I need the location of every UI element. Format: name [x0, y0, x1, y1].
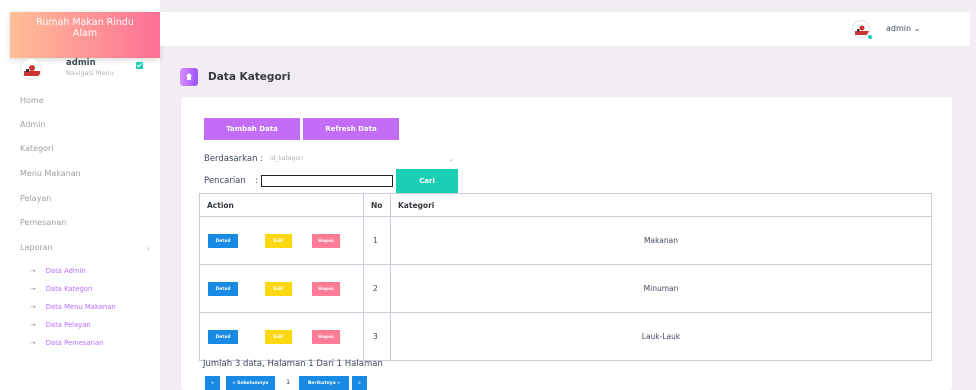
- sidebar-profile[interactable]: admin Navigasi Menu: [20, 58, 152, 82]
- sidebar-item-admin[interactable]: Admin: [20, 120, 46, 129]
- first-page-button[interactable]: «: [205, 376, 220, 390]
- profile-name: admin: [66, 58, 96, 68]
- row-number: 3: [363, 312, 391, 361]
- last-page-button[interactable]: »: [352, 376, 367, 390]
- search-button[interactable]: Cari: [396, 169, 458, 193]
- row-number: 1: [363, 216, 391, 265]
- avatar-icon: [24, 65, 40, 76]
- sidebar-subitem-data-pemesanan[interactable]: → Data Pemesanan: [30, 339, 103, 347]
- arrow-right-icon: →: [30, 339, 36, 347]
- column-header-no: No: [363, 193, 391, 217]
- topbar: admin ⌄: [160, 12, 970, 46]
- row-category: Lauk-Lauk: [390, 312, 932, 361]
- sidebar-item-menu-makanan[interactable]: Menu Makanan: [20, 169, 81, 178]
- action-group: Detail Edit Hapus: [200, 313, 340, 360]
- search-input[interactable]: [261, 175, 393, 187]
- avatar: [20, 58, 42, 80]
- sidebar-item-pelayan[interactable]: Pelayan: [20, 194, 51, 203]
- row-number: 2: [363, 264, 391, 313]
- detail-button[interactable]: Detail: [208, 234, 238, 248]
- search-colon: :: [255, 176, 258, 186]
- chevron-left-icon[interactable]: ‹: [147, 244, 150, 253]
- sidebar-subitem-data-menu-makanan[interactable]: → Data Menu Makanan: [30, 303, 116, 311]
- category-table: Action No Kategori Detail Edit Hapus 1 M…: [199, 193, 932, 361]
- chevron-down-icon: ⌄: [448, 155, 454, 163]
- edit-button[interactable]: Edit: [265, 330, 292, 344]
- row-category: Makanan: [390, 216, 932, 265]
- action-group: Detail Edit Hapus: [200, 217, 340, 264]
- sidebar-subitem-label: Data Pemesanan: [45, 339, 104, 347]
- action-cell: Detail Edit Hapus: [199, 312, 364, 361]
- brand-logo[interactable]: Rumah Makan Rindu Alam: [10, 12, 160, 58]
- sidebar-subitem-data-kategori[interactable]: → Data Kategori: [30, 285, 93, 293]
- edit-button[interactable]: Edit: [265, 282, 292, 296]
- action-cell: Detail Edit Hapus: [199, 216, 364, 265]
- column-header-kategori: Kategori: [390, 193, 932, 217]
- next-page-button[interactable]: Berikutnya »: [299, 376, 349, 390]
- sidebar-subitem-label: Data Menu Makanan: [45, 303, 116, 311]
- row-category: Minuman: [390, 264, 932, 313]
- house-icon: [186, 73, 192, 80]
- sidebar-subitem-label: Data Pelayan: [45, 321, 91, 329]
- detail-button[interactable]: Detail: [208, 330, 238, 344]
- brand-line1: Rumah Makan Rindu: [36, 17, 134, 28]
- refresh-data-button[interactable]: Refresh Data: [303, 118, 399, 140]
- home-icon: [180, 68, 198, 86]
- sidebar-subitem-data-pelayan[interactable]: → Data Pelayan: [30, 321, 91, 329]
- delete-button[interactable]: Hapus: [312, 282, 340, 296]
- add-data-button[interactable]: Tambah Data: [204, 118, 300, 140]
- table-header-row: Action No Kategori: [199, 193, 932, 217]
- page-title: Data Kategori: [208, 71, 291, 83]
- search-label: Pencarian: [204, 176, 246, 186]
- sidebar-item-pemesanan[interactable]: Pemesanan: [20, 218, 66, 227]
- user-dropdown[interactable]: admin ⌄: [886, 24, 920, 33]
- prev-page-button[interactable]: « Sebelumnya: [226, 376, 275, 390]
- table-row: Detail Edit Hapus 2 Minuman: [199, 264, 932, 313]
- current-page[interactable]: 1: [286, 378, 290, 386]
- arrow-right-icon: →: [30, 303, 36, 311]
- arrow-right-icon: →: [30, 267, 36, 275]
- detail-button[interactable]: Detail: [208, 282, 238, 296]
- column-header-action: Action: [199, 193, 364, 217]
- sidebar-subitem-label: Data Kategori: [45, 285, 93, 293]
- table-row: Detail Edit Hapus 1 Makanan: [199, 216, 932, 265]
- sidebar-subitem-label: Data Admin: [45, 267, 86, 275]
- sidebar-item-laporan[interactable]: Laporan: [20, 243, 53, 252]
- online-status-icon: [867, 34, 873, 40]
- table-row: Detail Edit Hapus 3 Lauk-Lauk: [199, 312, 932, 361]
- action-cell: Detail Edit Hapus: [199, 264, 364, 313]
- arrow-right-icon: →: [30, 285, 36, 293]
- edit-button[interactable]: Edit: [265, 234, 292, 248]
- filter-by-value: id_kategori: [270, 155, 304, 162]
- arrow-right-icon: →: [30, 321, 36, 329]
- check-icon: [136, 62, 143, 69]
- filter-by-select[interactable]: id_kategori ⌄: [265, 151, 459, 165]
- profile-subtitle: Navigasi Menu: [66, 69, 114, 77]
- action-group: Detail Edit Hapus: [200, 265, 340, 312]
- brand-line2: Alam: [72, 28, 98, 39]
- delete-button[interactable]: Hapus: [312, 330, 340, 344]
- sidebar-item-kategori[interactable]: Kategori: [20, 144, 54, 153]
- sidebar: Rumah Makan Rindu Alam admin Navigasi Me…: [0, 0, 160, 390]
- sidebar-item-home[interactable]: Home: [20, 96, 44, 105]
- filter-by-label: Berdasarkan :: [204, 154, 264, 164]
- pagination-summary: Jumlah 3 data, Halaman 1 Dari 1 Halaman: [203, 359, 383, 369]
- delete-button[interactable]: Hapus: [312, 234, 340, 248]
- sidebar-subitem-data-admin[interactable]: → Data Admin: [30, 267, 86, 275]
